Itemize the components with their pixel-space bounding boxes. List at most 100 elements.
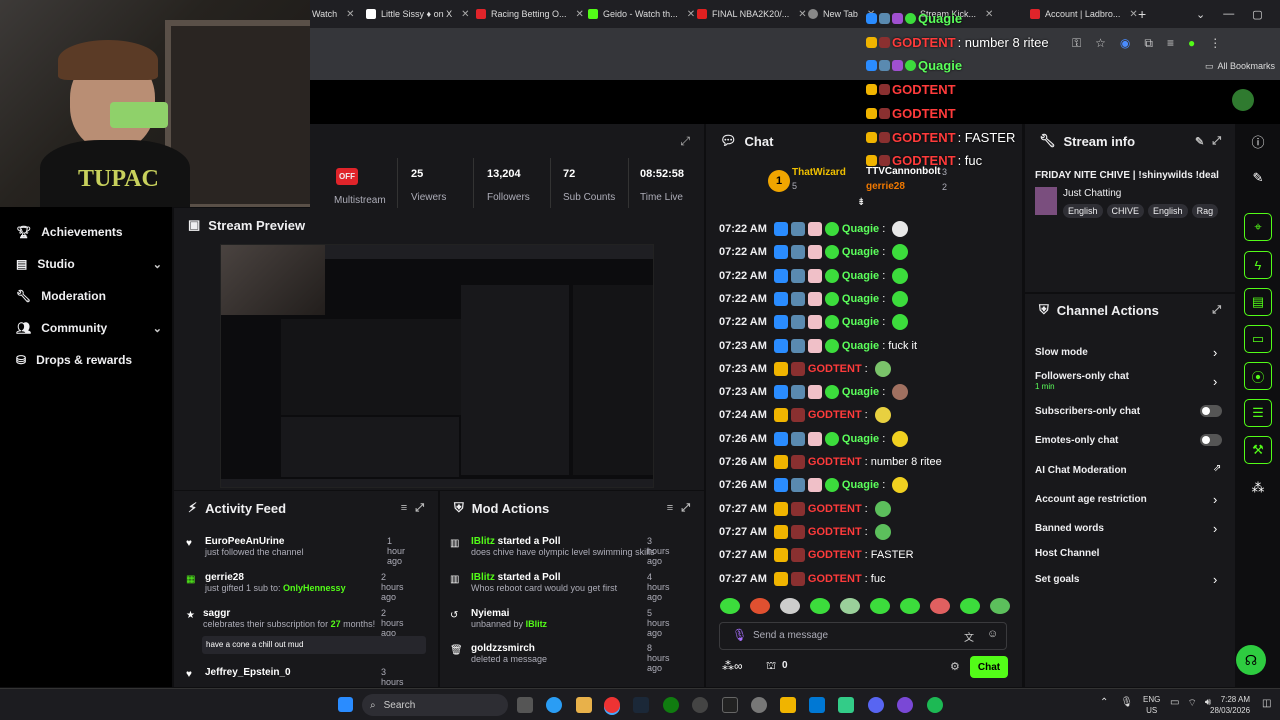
chat-username[interactable]: Quagie [842, 479, 879, 491]
emoji-icon[interactable]: ☺ [987, 628, 998, 640]
more-icon[interactable]: ⋮ [1209, 36, 1221, 51]
subscribers-only-toggle[interactable] [1200, 405, 1222, 417]
bolt-icon[interactable]: ϟ [1244, 251, 1272, 279]
edge-icon[interactable] [546, 697, 562, 713]
edit-icon[interactable]: ✎ [1195, 135, 1204, 148]
close-icon[interactable]: ✕ [798, 9, 806, 20]
app-icon[interactable] [838, 697, 854, 713]
profile-avatar[interactable]: ● [1188, 36, 1195, 51]
chat-username[interactable]: GODTENT [808, 363, 862, 375]
sidebar-item-achievements[interactable]: 🏆︎ Achievements [16, 225, 162, 239]
popout-icon[interactable]: ⤢ [1212, 304, 1221, 317]
sidebar-item-drops[interactable]: ⛁ Drops & rewards [16, 353, 162, 367]
chrome-icon[interactable] [604, 697, 620, 713]
mod-user[interactable]: Nyiemai [471, 608, 547, 619]
close-icon[interactable]: ✕ [576, 9, 584, 20]
wrench-icon[interactable]: ⚒ [1244, 436, 1272, 464]
close-icon[interactable]: ✕ [346, 9, 354, 20]
emote-icon[interactable] [750, 598, 770, 614]
mod-user[interactable]: IBlitz [471, 572, 495, 583]
chat-input-box[interactable]: 🎙︎ Send a message 文 ☺ [719, 622, 1007, 650]
all-bookmarks-button[interactable]: ▭ All Bookmarks [1205, 61, 1275, 72]
wifi-icon[interactable]: ⌔ [1187, 697, 1196, 710]
emote-icon[interactable] [930, 598, 950, 614]
taskbar-search[interactable]: ⌕ Search [362, 694, 508, 716]
target-icon[interactable]: ⌖ [1244, 213, 1272, 241]
emote-icon[interactable] [900, 598, 920, 614]
category-thumbnail[interactable] [1035, 187, 1057, 215]
sidebar-item-studio[interactable]: ▤ Studio ⌄ [16, 257, 162, 271]
xbox-icon[interactable] [663, 697, 679, 713]
mic-icon[interactable]: 🎙︎ [1120, 697, 1133, 708]
app-icon[interactable] [692, 697, 708, 713]
close-icon[interactable]: ✕ [461, 9, 469, 20]
activity-user[interactable]: gerrie28 [205, 572, 346, 583]
user-avatar[interactable] [1232, 89, 1254, 111]
emotes-only-toggle[interactable] [1200, 434, 1222, 446]
emote-icon[interactable] [840, 598, 860, 614]
mod-by[interactable]: IBlitz [526, 619, 548, 629]
chat-username[interactable]: Quagie [842, 386, 879, 398]
filter-icon[interactable]: ≡ [667, 502, 673, 514]
popout-icon[interactable]: ⤢ [681, 502, 690, 515]
chat-username[interactable]: GODTENT [808, 526, 862, 538]
mod-user[interactable]: IBlitz [471, 536, 495, 547]
extension-icon[interactable]: ◉ [1120, 36, 1130, 51]
action-followers-only[interactable]: Followers-only chat 1 min [1035, 371, 1129, 391]
menu-icon[interactable]: ≡ [1167, 36, 1174, 51]
clock[interactable]: 7:28 AM 28/03/2026 [1210, 694, 1250, 716]
leader-top-name[interactable]: ThatWizard [792, 167, 846, 178]
chat-username[interactable]: GODTENT [808, 456, 862, 468]
activity-user[interactable]: Jeffrey_Epstein_0 [205, 667, 291, 678]
chat-username[interactable]: Quagie [842, 316, 879, 328]
emote-icon[interactable] [780, 598, 800, 614]
chat-username[interactable]: Quagie [842, 246, 879, 258]
activity-user[interactable]: EuroPeeAnUrine [205, 536, 304, 547]
action-host-channel[interactable]: Host Channel [1035, 548, 1099, 559]
emote-icon[interactable] [810, 598, 830, 614]
mic-icon[interactable]: 🎙︎ [732, 628, 747, 642]
chat-username[interactable]: Quagie [842, 340, 879, 352]
settings-icon[interactable]: ⚙ [950, 660, 960, 673]
activity-user[interactable]: saggr [203, 608, 375, 619]
support-button[interactable]: ☊ [1236, 645, 1266, 675]
file-explorer-icon[interactable] [576, 697, 592, 713]
chat-send-button[interactable]: Chat [970, 656, 1008, 678]
pencil-icon[interactable]: ✎ [1244, 164, 1272, 192]
store-icon[interactable] [809, 697, 825, 713]
off-badge[interactable]: OFF [336, 168, 358, 185]
translate-icon[interactable]: 文 [964, 629, 974, 644]
browser-tab[interactable]: Geido - Watch th... ✕ [588, 4, 695, 24]
browser-tab[interactable]: Account | Ladbro... ✕ [1030, 4, 1138, 24]
pin-icon[interactable]: ⇟ [857, 197, 865, 208]
browser-tab[interactable]: Watch ✕ [312, 4, 355, 24]
puzzle-icon[interactable]: ⧉ [1144, 36, 1153, 51]
chat-icon[interactable]: ▭ [1244, 325, 1272, 353]
app-icon[interactable] [897, 697, 913, 713]
display-icon[interactable]: ▭ [1170, 697, 1179, 710]
spotify-icon[interactable] [927, 697, 943, 713]
tag[interactable]: English [1063, 204, 1103, 218]
chevron-up-icon[interactable]: ⌃ [1100, 697, 1108, 708]
windows-start-icon[interactable] [338, 697, 353, 712]
filter-icon[interactable]: ≡ [401, 502, 407, 514]
action-ai-moderation[interactable]: AI Chat Moderation [1035, 465, 1127, 476]
external-link-icon[interactable]: ⇗ [1213, 463, 1221, 474]
mod-user[interactable]: goldzzsmirch [471, 643, 547, 654]
chat-username[interactable]: GODTENT [808, 573, 862, 585]
broadcast-icon[interactable]: ⦿ [1244, 362, 1272, 390]
document-icon[interactable]: ▤ [1244, 288, 1272, 316]
emote-icon[interactable] [990, 598, 1010, 614]
browser-tab[interactable]: Racing Betting O... ✕ [476, 4, 584, 24]
action-banned-words[interactable]: Banned words [1035, 523, 1104, 534]
notification-icon[interactable]: ◫ [1262, 698, 1271, 709]
action-account-age[interactable]: Account age restriction [1035, 494, 1147, 505]
chat-username[interactable]: Quagie [842, 433, 879, 445]
server-icon[interactable]: ☰ [1244, 399, 1272, 427]
chevron-right-icon[interactable]: › [1213, 345, 1217, 360]
task-view-icon[interactable] [517, 697, 533, 713]
rewards-icon[interactable]: ⁂∞ [722, 659, 743, 673]
sidebar-item-community[interactable]: 👥︎ Community ⌄ [16, 321, 162, 335]
language-indicator[interactable]: ENG US [1143, 694, 1160, 716]
chat-username[interactable]: Quagie [842, 223, 879, 235]
